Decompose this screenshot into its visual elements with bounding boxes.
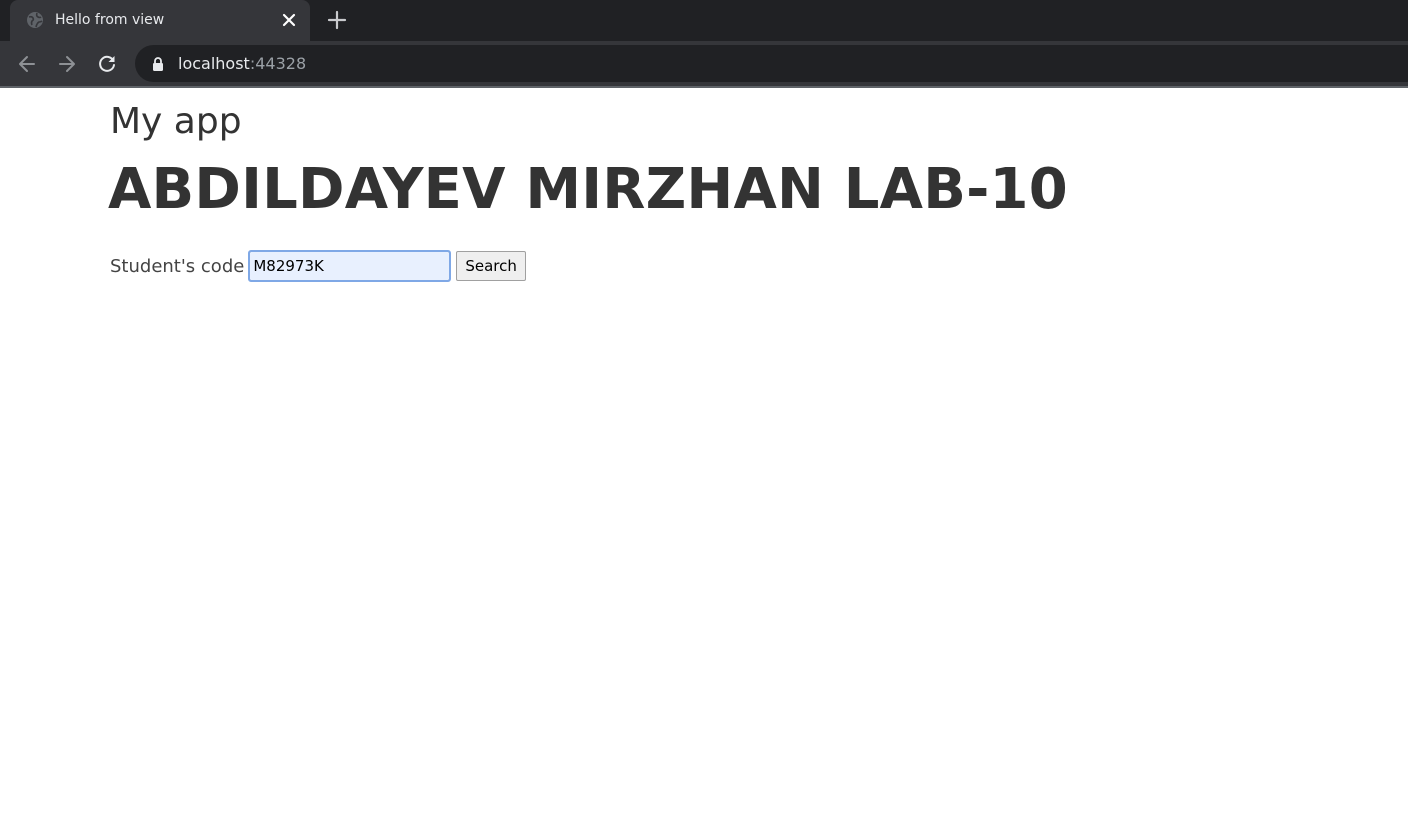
page-title: ABDILDAYEV MIRZHAN LAB-10: [108, 157, 1068, 222]
tab-title: Hello from view: [55, 12, 165, 28]
browser-tab[interactable]: Hello from view: [10, 0, 310, 41]
url-host: localhost: [178, 54, 250, 73]
browser-tabstrip: Hello from view: [0, 0, 1408, 41]
lock-icon: [153, 57, 163, 71]
arrow-left-icon[interactable]: [16, 53, 38, 75]
url-port: :44328: [249, 54, 307, 73]
plus-icon[interactable]: [326, 9, 348, 31]
address-bar[interactable]: localhost:44328: [135, 45, 1408, 82]
student-code-input[interactable]: [248, 250, 452, 282]
page-content: My app ABDILDAYEV MIRZHAN LAB-10 Student…: [0, 88, 1408, 834]
url-text: localhost:44328: [178, 54, 306, 74]
arrow-right-icon[interactable]: [56, 53, 78, 75]
search-form: Student's code Search: [110, 250, 526, 282]
globe-icon: [27, 12, 43, 28]
student-code-label: Student's code: [110, 255, 245, 277]
close-icon[interactable]: [280, 11, 298, 29]
app-title: My app: [110, 101, 242, 142]
reload-icon[interactable]: [96, 53, 118, 75]
browser-toolbar: localhost:44328: [0, 41, 1408, 87]
search-button[interactable]: Search: [456, 251, 526, 281]
